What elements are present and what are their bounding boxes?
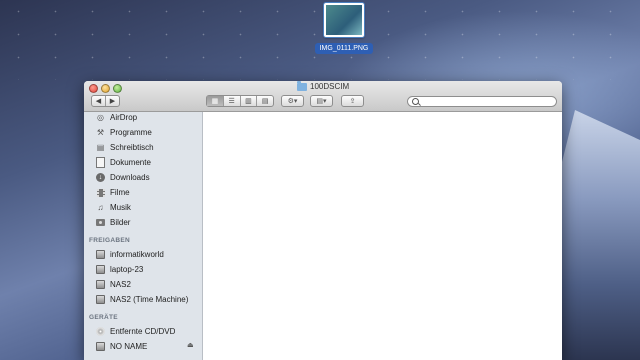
desktop-icon: ▤ <box>96 143 105 152</box>
network-display-icon <box>96 280 105 289</box>
eject-icon[interactable]: ⏏ <box>187 341 194 349</box>
sidebar-item-label: Musik <box>110 203 131 212</box>
sidebar-item-label: Downloads <box>110 173 150 182</box>
title-bar[interactable]: 100DSCIM ◀ ▶ ▦ ☰ ▥ ▤ ⚙▾ ▤▾ ⇪ <box>84 81 562 112</box>
sidebar-item-airdrop[interactable]: ◎ AirDrop <box>96 112 137 124</box>
sidebar-item-schreibtisch[interactable]: ▤ Schreibtisch <box>96 141 154 154</box>
view-mode-control: ▦ ☰ ▥ ▤ <box>206 95 274 107</box>
cd-icon <box>96 327 105 336</box>
disk-icon <box>96 342 105 351</box>
search-field[interactable] <box>407 96 557 107</box>
sidebar-item-label: informatikworld <box>110 250 164 259</box>
action-menu-button[interactable]: ⚙▾ <box>281 95 304 107</box>
column-view-button[interactable]: ▥ <box>241 96 258 106</box>
image-thumbnail-icon <box>324 3 364 37</box>
list-view-button[interactable]: ☰ <box>224 96 241 106</box>
icon-view-button[interactable]: ▦ <box>207 96 224 106</box>
sidebar-item-informatikworld[interactable]: informatikworld <box>96 248 164 261</box>
section-header-freigaben: FREIGABEN <box>89 237 130 244</box>
network-computer-icon <box>96 265 105 274</box>
sidebar-item-label: Bilder <box>110 218 131 227</box>
sidebar-item-label: Dokumente <box>110 158 151 167</box>
downloads-icon: ↓ <box>96 173 105 182</box>
search-icon <box>412 98 419 105</box>
folder-content-area[interactable] <box>203 112 562 360</box>
network-display-icon <box>96 295 105 304</box>
zoom-button[interactable] <box>113 84 122 93</box>
finder-window: 100DSCIM ◀ ▶ ▦ ☰ ▥ ▤ ⚙▾ ▤▾ ⇪ ◎ AirDrop ⚒… <box>84 81 562 360</box>
desktop-file-img[interactable]: IMG_0111.PNG <box>313 0 375 55</box>
folder-icon <box>297 81 307 91</box>
sidebar: ◎ AirDrop ⚒ Programme ▤ Schreibtisch Dok… <box>84 112 203 360</box>
sidebar-item-laptop-23[interactable]: laptop-23 <box>96 263 143 276</box>
sidebar-item-label: Schreibtisch <box>110 143 154 152</box>
sidebar-item-label: Entfernte CD/DVD <box>110 327 176 336</box>
minimize-button[interactable] <box>101 84 110 93</box>
movies-icon <box>96 188 105 197</box>
back-forward-control: ◀ ▶ <box>91 95 120 107</box>
applications-icon: ⚒ <box>96 128 105 137</box>
coverflow-view-button[interactable]: ▤ <box>257 96 273 106</box>
sidebar-item-bilder[interactable]: Bilder <box>96 216 130 229</box>
sidebar-item-label: NO NAME <box>110 342 148 351</box>
section-header-geraete: GERÄTE <box>89 314 118 321</box>
pictures-icon <box>96 219 105 226</box>
sidebar-item-nas2[interactable]: NAS2 <box>96 278 131 291</box>
forward-button[interactable]: ▶ <box>106 96 119 106</box>
sidebar-item-filme[interactable]: Filme <box>96 186 130 199</box>
sidebar-item-label: Programme <box>110 128 152 137</box>
window-title: 100DSCIM <box>297 81 350 91</box>
network-computer-icon <box>96 250 105 259</box>
desktop-file-label: IMG_0111.PNG <box>315 43 373 54</box>
window-title-text: 100DSCIM <box>310 82 350 91</box>
sidebar-item-label: NAS2 <box>110 280 131 289</box>
sidebar-item-dokumente[interactable]: Dokumente <box>96 156 151 169</box>
sidebar-item-label: NAS2 (Time Machine) <box>110 295 189 304</box>
music-icon: ♫ <box>97 203 104 212</box>
sidebar-item-programme[interactable]: ⚒ Programme <box>96 126 152 139</box>
sidebar-item-label: AirDrop <box>110 113 138 122</box>
sidebar-item-no-name[interactable]: NO NAME <box>96 340 147 353</box>
documents-icon <box>96 157 105 168</box>
sidebar-item-musik[interactable]: ♫ Musik <box>96 201 131 214</box>
sidebar-item-downloads[interactable]: ↓ Downloads <box>96 171 150 184</box>
sidebar-item-label: Filme <box>110 188 130 197</box>
airdrop-icon: ◎ <box>97 113 104 122</box>
sidebar-item-nas2-time-machine[interactable]: NAS2 (Time Machine) <box>96 293 188 306</box>
sidebar-item-entfernte-cd-dvd[interactable]: Entfernte CD/DVD <box>96 325 175 338</box>
back-button[interactable]: ◀ <box>92 96 106 106</box>
arrange-menu-button[interactable]: ▤▾ <box>310 95 333 107</box>
share-button[interactable]: ⇪ <box>341 95 364 107</box>
close-button[interactable] <box>89 84 98 93</box>
sidebar-item-label: laptop-23 <box>110 265 144 274</box>
